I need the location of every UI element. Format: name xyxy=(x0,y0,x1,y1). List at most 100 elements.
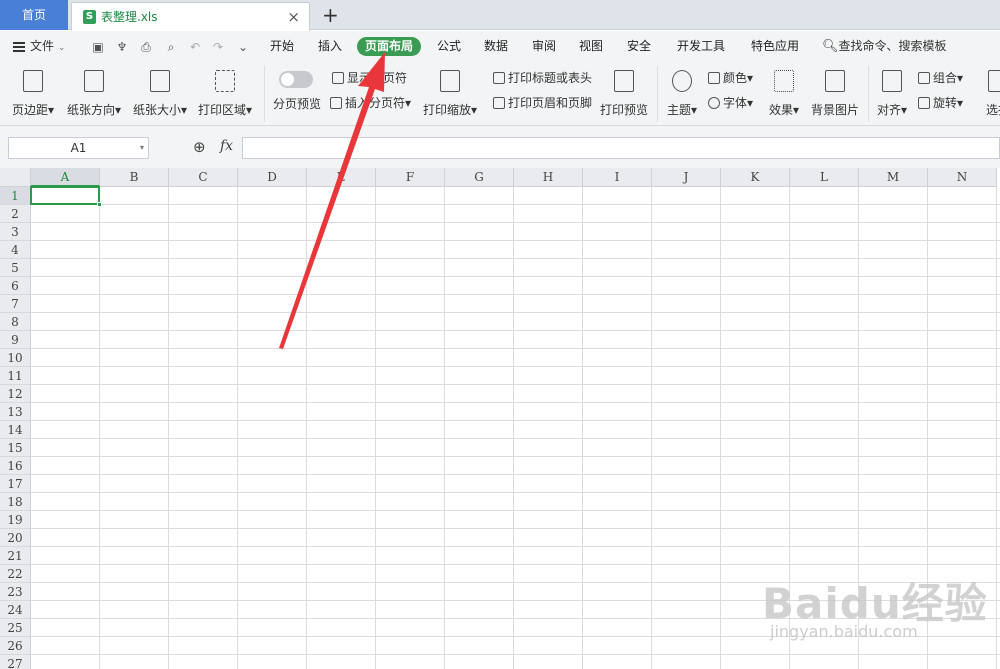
menu-formulas[interactable]: 公式 xyxy=(437,31,461,62)
row-header-13[interactable]: 13 xyxy=(0,403,31,421)
menu-special-features[interactable]: 特色应用 xyxy=(751,31,799,62)
row-header-19[interactable]: 19 xyxy=(0,511,31,529)
file-menu-button[interactable]: 文件 ⌄ xyxy=(13,31,65,64)
grid-row-line xyxy=(31,654,1000,655)
show-page-breaks-checkbox[interactable]: 显示分页符 xyxy=(332,69,407,87)
row-header-27[interactable]: 27 xyxy=(0,655,31,669)
redo-icon[interactable]: ↷ xyxy=(211,40,225,54)
column-header-g[interactable]: G xyxy=(445,168,514,187)
row-header-8[interactable]: 8 xyxy=(0,313,31,331)
select-pane-button[interactable]: 选择 xyxy=(978,70,1000,118)
column-header-f[interactable]: F xyxy=(376,168,445,187)
insert-page-break-button[interactable]: 插入分页符▾ xyxy=(330,94,411,112)
orientation-button[interactable]: 纸张方向▾ xyxy=(64,70,124,118)
page-preview-toggle[interactable] xyxy=(279,71,313,88)
selected-cell-a1[interactable] xyxy=(30,186,102,207)
grid-column-line xyxy=(582,187,583,669)
grid-column-line xyxy=(306,187,307,669)
group-button[interactable]: 组合▾ xyxy=(918,69,963,87)
row-header-2[interactable]: 2 xyxy=(0,205,31,223)
row-header-26[interactable]: 26 xyxy=(0,637,31,655)
column-header-i[interactable]: I xyxy=(583,168,652,187)
effects-button[interactable]: 效果▾ xyxy=(764,70,804,118)
print-preview-icon[interactable]: ⌕ xyxy=(164,40,178,54)
column-header-b[interactable]: B xyxy=(100,168,169,187)
menu-developer[interactable]: 开发工具 xyxy=(677,31,725,62)
menu-security[interactable]: 安全 xyxy=(627,31,651,62)
add-tab-button[interactable]: + xyxy=(322,0,339,30)
row-header-6[interactable]: 6 xyxy=(0,277,31,295)
grid-column-line xyxy=(720,187,721,669)
row-header-3[interactable]: 3 xyxy=(0,223,31,241)
row-header-4[interactable]: 4 xyxy=(0,241,31,259)
row-header-17[interactable]: 17 xyxy=(0,475,31,493)
fill-handle[interactable] xyxy=(97,202,102,207)
fonts-button[interactable]: 字体▾ xyxy=(708,94,753,112)
colors-button[interactable]: 颜色▾ xyxy=(708,69,753,87)
menu-view[interactable]: 视图 xyxy=(579,31,603,62)
grid-row-line xyxy=(31,330,1000,331)
customize-dropdown-icon[interactable]: ⌄ xyxy=(236,40,250,54)
theme-button[interactable]: 主题▾ xyxy=(662,70,702,118)
print-titles-button[interactable]: 打印标题或表头 xyxy=(493,69,592,87)
column-header-a[interactable]: A xyxy=(31,168,100,187)
menu-review[interactable]: 审阅 xyxy=(532,31,556,62)
print-preview-button[interactable]: 打印预览 xyxy=(598,70,650,118)
row-header-23[interactable]: 23 xyxy=(0,583,31,601)
zoom-search-icon[interactable]: ⊕ xyxy=(193,138,206,156)
format-painter-icon[interactable]: ♆ xyxy=(115,40,129,54)
row-header-14[interactable]: 14 xyxy=(0,421,31,439)
align-button[interactable]: 对齐▾ xyxy=(874,70,910,118)
save-icon[interactable]: ▣ xyxy=(91,40,105,54)
column-header-m[interactable]: M xyxy=(859,168,928,187)
close-tab-icon[interactable]: × xyxy=(287,3,300,31)
undo-icon[interactable]: ↶ xyxy=(188,40,202,54)
fx-icon[interactable]: fx xyxy=(220,138,233,154)
background-image-button[interactable]: 背景图片 xyxy=(808,70,862,118)
rotate-button[interactable]: 旋转▾ xyxy=(918,94,963,112)
print-scale-button[interactable]: 打印缩放▾ xyxy=(420,70,480,118)
row-header-12[interactable]: 12 xyxy=(0,385,31,403)
column-header-e[interactable]: E xyxy=(307,168,376,187)
column-header-h[interactable]: H xyxy=(514,168,583,187)
row-header-1[interactable]: 1 xyxy=(0,187,31,205)
ribbon-separator xyxy=(264,66,265,122)
tab-file[interactable]: S 表整理.xls × xyxy=(71,2,310,31)
row-header-11[interactable]: 11 xyxy=(0,367,31,385)
row-header-21[interactable]: 21 xyxy=(0,547,31,565)
chevron-down-icon[interactable]: ▾ xyxy=(140,138,144,158)
row-header-9[interactable]: 9 xyxy=(0,331,31,349)
search-commands[interactable]: 🔍︎查找命令、搜索模板 xyxy=(822,31,947,62)
paper-size-button[interactable]: 纸张大小▾ xyxy=(130,70,190,118)
column-header-d[interactable]: D xyxy=(238,168,307,187)
print-area-button[interactable]: 打印区域▾ xyxy=(194,70,256,118)
tab-home[interactable]: 首页 xyxy=(0,0,68,30)
row-header-25[interactable]: 25 xyxy=(0,619,31,637)
column-header-l[interactable]: L xyxy=(790,168,859,187)
row-header-18[interactable]: 18 xyxy=(0,493,31,511)
grid-column-line xyxy=(651,187,652,669)
menu-bar: 文件 ⌄ ▣ ♆ ⎙ ⌕ ↶ ↷ ⌄ 开始 插入 页面布局 公式 数据 审阅 视… xyxy=(0,31,1000,62)
column-header-k[interactable]: K xyxy=(721,168,790,187)
row-header-16[interactable]: 16 xyxy=(0,457,31,475)
margins-button[interactable]: 页边距▾ xyxy=(8,70,58,118)
menu-data[interactable]: 数据 xyxy=(484,31,508,62)
row-header-5[interactable]: 5 xyxy=(0,259,31,277)
row-header-7[interactable]: 7 xyxy=(0,295,31,313)
row-header-15[interactable]: 15 xyxy=(0,439,31,457)
select-all-corner[interactable] xyxy=(0,168,31,187)
column-header-c[interactable]: C xyxy=(169,168,238,187)
menu-start[interactable]: 开始 xyxy=(270,31,294,62)
row-header-24[interactable]: 24 xyxy=(0,601,31,619)
print-header-footer-button[interactable]: 打印页眉和页脚 xyxy=(493,94,592,112)
print-icon[interactable]: ⎙ xyxy=(139,40,153,54)
row-header-10[interactable]: 10 xyxy=(0,349,31,367)
column-header-j[interactable]: J xyxy=(652,168,721,187)
name-box[interactable]: A1 ▾ xyxy=(8,137,149,159)
formula-input[interactable] xyxy=(242,137,1000,159)
menu-page-layout[interactable]: 页面布局 xyxy=(357,37,422,56)
menu-insert[interactable]: 插入 xyxy=(318,31,342,62)
column-header-n[interactable]: N xyxy=(928,168,997,187)
row-header-22[interactable]: 22 xyxy=(0,565,31,583)
row-header-20[interactable]: 20 xyxy=(0,529,31,547)
